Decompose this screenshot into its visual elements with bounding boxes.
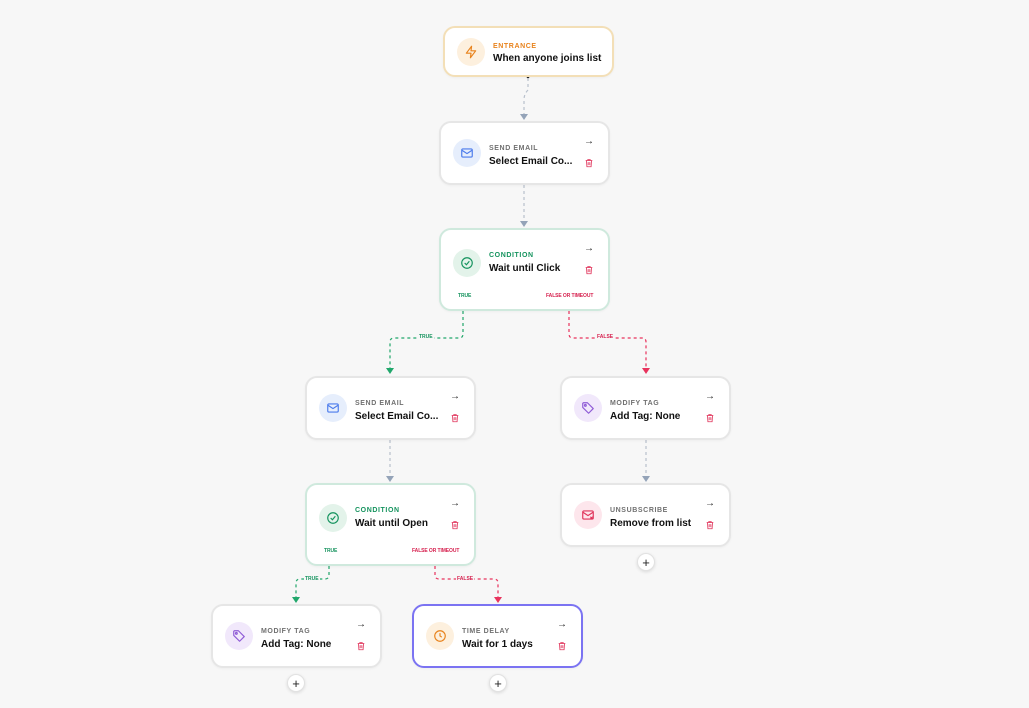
node-title: MODIFY TAG [610,400,660,407]
connector-entrance-to-email [523,78,529,114]
open-step-arrow-icon[interactable]: → [356,620,366,630]
open-step-arrow-icon[interactable]: → [450,499,460,509]
node-subtitle: Select Email Co... [355,411,439,422]
check-circle-icon [319,504,347,532]
add-step-button[interactable]: + [489,674,507,692]
flow-connectors [292,75,650,603]
trash-icon[interactable] [705,520,715,530]
mail-x-icon [574,501,602,529]
open-step-arrow-icon[interactable]: → [557,620,567,630]
connector-arrowhead [494,597,502,603]
edge-label-false: FALSE [456,576,475,582]
condition-node[interactable]: CONDITION Wait until Open → TRUE FALSE O… [305,483,476,566]
lightning-icon [457,37,485,66]
send-email-node[interactable]: SEND EMAIL Select Email Co... → [305,376,476,440]
node-subtitle: Wait until Open [355,518,428,529]
open-step-arrow-icon[interactable]: → [584,137,594,147]
open-step-arrow-icon[interactable]: → [705,499,715,509]
trash-icon[interactable] [705,413,715,423]
node-title: TIME DELAY [462,628,510,635]
node-title: UNSUBSCRIBE [610,507,668,514]
add-step-button[interactable]: + [287,674,305,692]
add-step-button[interactable]: + [637,553,655,571]
check-circle-icon [453,249,481,277]
mail-icon [319,394,347,422]
edge-label-true: TRUE [304,576,320,582]
edge-label-true: TRUE [418,334,434,340]
entrance-node[interactable]: ENTRANCE When anyone joins list [443,26,614,77]
condition-node[interactable]: CONDITION Wait until Click → TRUE FALSE … [439,228,610,311]
connector-arrowhead [386,476,394,482]
modify-tag-node[interactable]: MODIFY TAG Add Tag: None → [211,604,382,668]
node-subtitle: Wait for 1 days [462,639,533,650]
node-subtitle: Remove from list [610,518,692,529]
trash-icon[interactable] [557,641,567,651]
node-title: CONDITION [489,252,534,259]
connector-arrowhead [292,597,300,603]
node-subtitle: Select Email Co... [489,156,573,167]
trash-icon[interactable] [356,641,366,651]
mail-icon [453,139,481,167]
edge-label-false: FALSE [596,334,615,340]
connector-arrowhead [642,368,650,374]
time-delay-node[interactable]: TIME DELAY Wait for 1 days → [412,604,583,668]
tag-icon [574,394,602,422]
branch-label-true: TRUE [324,548,338,554]
branch-label-false-or-timeout: FALSE OR TIMEOUT [412,548,460,554]
connector-arrowhead [520,114,528,120]
unsubscribe-node[interactable]: UNSUBSCRIBE Remove from list → [560,483,731,547]
trash-icon[interactable] [450,413,460,423]
trash-icon[interactable] [450,520,460,530]
node-title: SEND EMAIL [355,400,405,407]
node-subtitle: Wait until Click [489,263,561,274]
connector-arrowhead [642,476,650,482]
node-title: SEND EMAIL [489,145,539,152]
node-title: CONDITION [355,507,400,514]
node-subtitle: Add Tag: None [261,639,332,650]
node-subtitle: Add Tag: None [610,411,681,422]
tag-icon [225,622,253,650]
open-step-arrow-icon[interactable]: → [450,392,460,402]
trash-icon[interactable] [584,158,594,168]
send-email-node[interactable]: SEND EMAIL Select Email Co... → [439,121,610,185]
branch-label-true: TRUE [458,293,472,299]
node-title: MODIFY TAG [261,628,311,635]
open-step-arrow-icon[interactable]: → [705,392,715,402]
node-title: ENTRANCE [493,43,537,50]
flow-canvas[interactable]: TRUE FALSE TRUE FALSE ENTRANCE When anyo… [0,0,1029,708]
connector-arrowhead [386,368,394,374]
connector-arrowhead [520,221,528,227]
clock-icon [426,622,454,650]
node-subtitle: When anyone joins list [493,53,602,64]
open-step-arrow-icon[interactable]: → [584,244,594,254]
trash-icon[interactable] [584,265,594,275]
branch-label-false-or-timeout: FALSE OR TIMEOUT [546,293,594,299]
modify-tag-node[interactable]: MODIFY TAG Add Tag: None → [560,376,731,440]
